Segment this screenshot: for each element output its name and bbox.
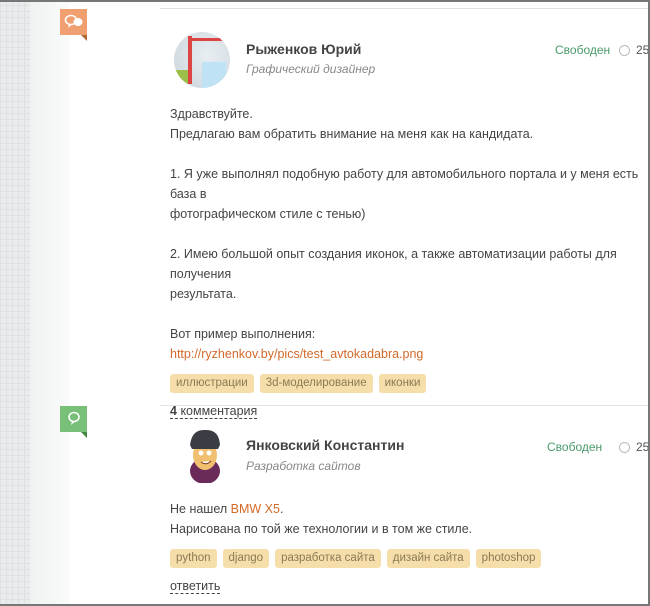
comments-badge xyxy=(60,9,87,41)
author-role: Разработка сайтов xyxy=(246,459,361,473)
tag-list: python django разработка сайта дизайн са… xyxy=(170,549,642,568)
avatar-illustration xyxy=(190,429,220,483)
divider xyxy=(160,405,648,406)
tag[interactable]: иллюстрации xyxy=(170,374,254,393)
text-line: результата. xyxy=(170,287,237,301)
speech-bubble-icon xyxy=(67,411,80,425)
comments-link[interactable]: 4 комментария xyxy=(170,404,258,419)
author-role: Графический дизайнер xyxy=(246,62,376,76)
speech-bubbles-icon xyxy=(64,14,82,28)
text-line: 2. Имею большой опыт создания иконок, а … xyxy=(170,247,617,281)
date-text: 25 xyxy=(636,440,650,454)
status-label: Свободен xyxy=(555,43,611,57)
avatar[interactable] xyxy=(174,427,230,483)
clock-icon xyxy=(619,44,630,56)
author-name[interactable]: Рыженков Юрий xyxy=(246,41,361,57)
background-texture xyxy=(0,0,30,606)
text-line: 1. Я уже выполнял подобную работу для ав… xyxy=(170,167,639,201)
text-line: Нарисована по той же технологии и в том … xyxy=(170,522,473,536)
tag[interactable]: разработка сайта xyxy=(275,549,381,568)
text-line: Предлагаю вам обратить внимание на меня … xyxy=(170,127,534,141)
tag[interactable]: django xyxy=(222,549,270,568)
sidebar-shade xyxy=(30,0,70,606)
comments-label: комментария xyxy=(180,404,258,418)
comments-count: 4 xyxy=(170,404,177,418)
tag-list: иллюстрации 3d-моделирование иконки xyxy=(170,374,642,393)
tag[interactable]: python xyxy=(170,549,217,568)
response-text: Не нашел BMW X5. Нарисована по той же те… xyxy=(170,499,642,539)
text: Не нашел xyxy=(170,502,231,516)
card-header: Рыженков Юрий Графический дизайнер Свобо… xyxy=(170,30,649,104)
example-link[interactable]: http://ryzhenkov.by/pics/test_avtokadabr… xyxy=(170,347,423,361)
reply-badge xyxy=(60,406,87,438)
avatar[interactable] xyxy=(174,32,230,88)
tag[interactable]: 3d-моделирование xyxy=(259,374,373,393)
tag[interactable]: иконки xyxy=(378,374,427,393)
response-card: Янковский Константин Разработка сайтов С… xyxy=(170,425,649,594)
post-date: 25 xyxy=(619,43,649,57)
text-line: фотографическом стиле с тенью) xyxy=(170,207,366,221)
date-text: 25 xyxy=(636,43,650,57)
reply-link[interactable]: ответить xyxy=(170,579,221,594)
status-label: Свободен xyxy=(547,440,603,454)
text-line: Здравствуйте. xyxy=(170,107,253,121)
text-line: Вот пример выполнения: xyxy=(170,327,316,341)
author-name[interactable]: Янковский Константин xyxy=(246,437,404,453)
bmw-link[interactable]: BMW X5 xyxy=(231,502,280,516)
response-text: Здравствуйте. Предлагаю вам обратить вни… xyxy=(170,104,642,364)
clock-icon xyxy=(619,441,630,453)
card-header: Янковский Константин Разработка сайтов С… xyxy=(170,425,649,499)
response-card: Рыженков Юрий Графический дизайнер Свобо… xyxy=(170,30,649,419)
tag[interactable]: дизайн сайта xyxy=(386,549,470,568)
post-date: 25 xyxy=(619,440,649,454)
text: . xyxy=(279,502,284,516)
tag[interactable]: photoshop xyxy=(475,549,542,568)
avatar-illustration xyxy=(174,36,228,88)
divider xyxy=(160,8,648,9)
